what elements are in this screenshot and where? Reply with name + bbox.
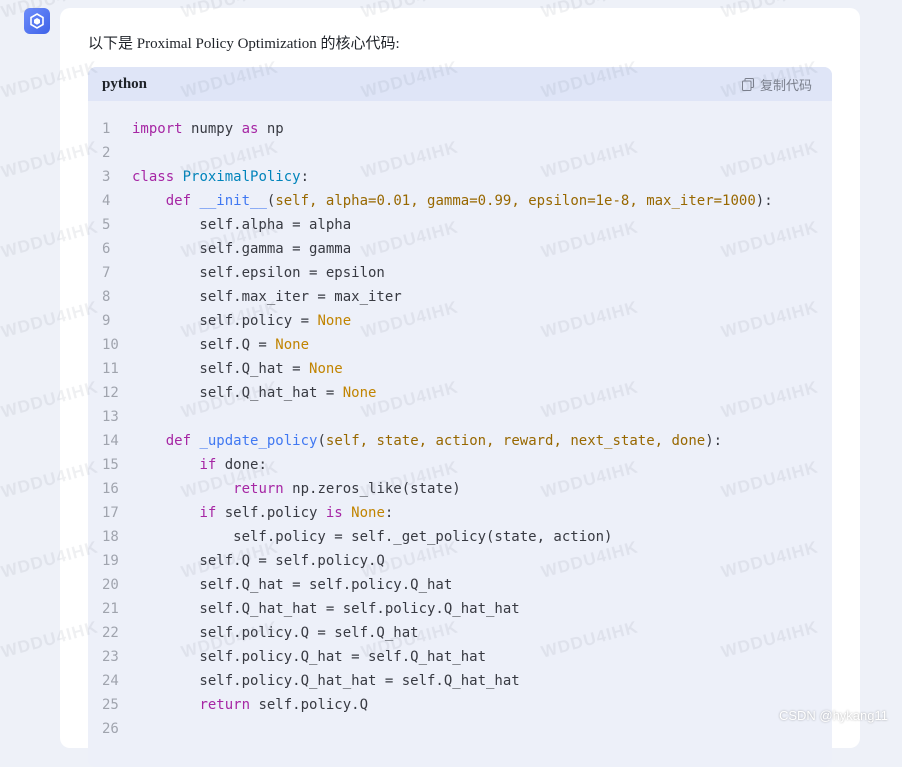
code-line: 24 self.policy.Q_hat_hat = self.Q_hat_ha… xyxy=(88,669,832,693)
code-line: 20 self.Q_hat = self.policy.Q_hat xyxy=(88,573,832,597)
copy-code-button[interactable]: 复制代码 xyxy=(741,75,812,94)
line-number: 25 xyxy=(102,697,119,713)
line-content: self.max_iter = max_iter xyxy=(132,289,402,305)
code-line: 21 self.Q_hat_hat = self.policy.Q_hat_ha… xyxy=(88,597,832,621)
code-line: 16 return np.zeros_like(state) xyxy=(88,477,832,501)
line-number: 23 xyxy=(102,649,119,665)
line-number: 18 xyxy=(102,529,119,545)
line-content: self.Q_hat_hat = None xyxy=(132,385,377,401)
line-number: 5 xyxy=(102,217,111,233)
line-content: def __init__(self, alpha=0.01, gamma=0.9… xyxy=(165,193,773,209)
line-number: 17 xyxy=(102,505,119,521)
code-language-label: python xyxy=(102,75,148,92)
line-number: 16 xyxy=(102,481,119,497)
line-number: 12 xyxy=(102,385,119,401)
code-line: 2 xyxy=(88,141,832,165)
code-header: python 复制代码 xyxy=(88,67,832,101)
intro-text: 以下是 Proximal Policy Optimization 的核心代码: xyxy=(88,36,400,52)
line-number: 4 xyxy=(102,193,111,209)
code-line: 11 self.Q_hat = None xyxy=(88,357,832,381)
line-number: 6 xyxy=(102,241,111,257)
code-line: 18 self.policy = self._get_policy(state,… xyxy=(88,525,832,549)
line-content: self.policy.Q = self.Q_hat xyxy=(132,625,419,641)
code-line: 15 if done: xyxy=(88,453,832,477)
line-content: self.Q_hat = self.policy.Q_hat xyxy=(132,577,453,593)
line-content: return self.policy.Q xyxy=(199,697,369,713)
line-content: self.Q_hat_hat = self.policy.Q_hat_hat xyxy=(132,601,520,617)
code-line: 17 if self.policy is None: xyxy=(88,501,832,525)
line-content: self.policy.Q_hat = self.Q_hat_hat xyxy=(132,649,487,665)
message-card: 以下是 Proximal Policy Optimization 的核心代码: … xyxy=(60,8,860,767)
line-content: self.policy = self._get_policy(state, ac… xyxy=(132,529,613,545)
code-line: 26 xyxy=(88,717,832,741)
line-number: 24 xyxy=(102,673,119,689)
copy-icon xyxy=(741,77,754,91)
line-content: self.policy = None xyxy=(132,313,352,329)
line-content: self.alpha = alpha xyxy=(132,217,352,233)
line-content: if done: xyxy=(199,457,267,473)
code-line: 13 xyxy=(88,405,832,429)
code-line: 23 self.policy.Q_hat = self.Q_hat_hat xyxy=(88,645,832,669)
line-content: self.Q = None xyxy=(132,337,310,353)
line-number: 14 xyxy=(102,433,119,449)
line-content: def _update_policy(self, state, action, … xyxy=(165,433,723,449)
line-content: if self.policy is None: xyxy=(199,505,394,521)
code-line: 5 self.alpha = alpha xyxy=(88,213,832,237)
footer-watermark: CSDN @hykang11 xyxy=(778,708,888,723)
code-line: 3 class ProximalPolicy: xyxy=(88,165,832,189)
code-line: 7 self.epsilon = epsilon xyxy=(88,261,832,285)
line-number: 19 xyxy=(102,553,119,569)
line-number: 1 xyxy=(102,121,111,137)
line-content: self.Q_hat = None xyxy=(132,361,343,377)
line-number: 26 xyxy=(102,721,119,737)
code-line: 19 self.Q = self.policy.Q xyxy=(88,549,832,573)
line-number: 15 xyxy=(102,457,119,473)
line-content: self.gamma = gamma xyxy=(132,241,352,257)
line-number: 9 xyxy=(102,313,111,329)
line-number: 13 xyxy=(102,409,119,425)
code-block: python 复制代码 1 import numpy as np 2 3 class P… xyxy=(88,67,832,767)
code-line: 1 import numpy as np xyxy=(88,117,832,141)
code-line: 12 self.Q_hat_hat = None xyxy=(88,381,832,405)
line-number: 20 xyxy=(102,577,119,593)
code-line: 9 self.policy = None xyxy=(88,309,832,333)
code-line: 10 self.Q = None xyxy=(88,333,832,357)
code-lines: 1 import numpy as np 2 3 class ProximalPolic… xyxy=(88,117,832,741)
line-content: self.policy.Q_hat_hat = self.Q_hat_hat xyxy=(132,673,520,689)
code-line: 8 self.max_iter = max_iter xyxy=(88,285,832,309)
line-number: 11 xyxy=(102,361,119,377)
line-content: import numpy as np xyxy=(132,121,284,137)
code-line: 4 def __init__(self, alpha=0.01, gamma=0… xyxy=(88,189,832,213)
line-content: class ProximalPolicy: xyxy=(132,169,310,185)
assistant-avatar-icon xyxy=(24,8,50,34)
code-line: 22 self.policy.Q = self.Q_hat xyxy=(88,621,832,645)
line-number: 10 xyxy=(102,337,119,353)
line-number: 7 xyxy=(102,265,111,281)
copy-code-label: 复制代码 xyxy=(759,77,812,93)
code-line: 14 def _update_policy(self, state, actio… xyxy=(88,429,832,453)
line-number: 3 xyxy=(102,169,111,185)
line-number: 8 xyxy=(102,289,111,305)
line-content: self.Q = self.policy.Q xyxy=(132,553,385,569)
line-number: 2 xyxy=(102,145,111,161)
line-number: 22 xyxy=(102,625,119,641)
line-number: 21 xyxy=(102,601,119,617)
code-line: 25 return self.policy.Q xyxy=(88,693,832,717)
line-content: return np.zeros_like(state) xyxy=(233,481,461,497)
line-content: self.epsilon = epsilon xyxy=(132,265,385,281)
code-line: 6 self.gamma = gamma xyxy=(88,237,832,261)
